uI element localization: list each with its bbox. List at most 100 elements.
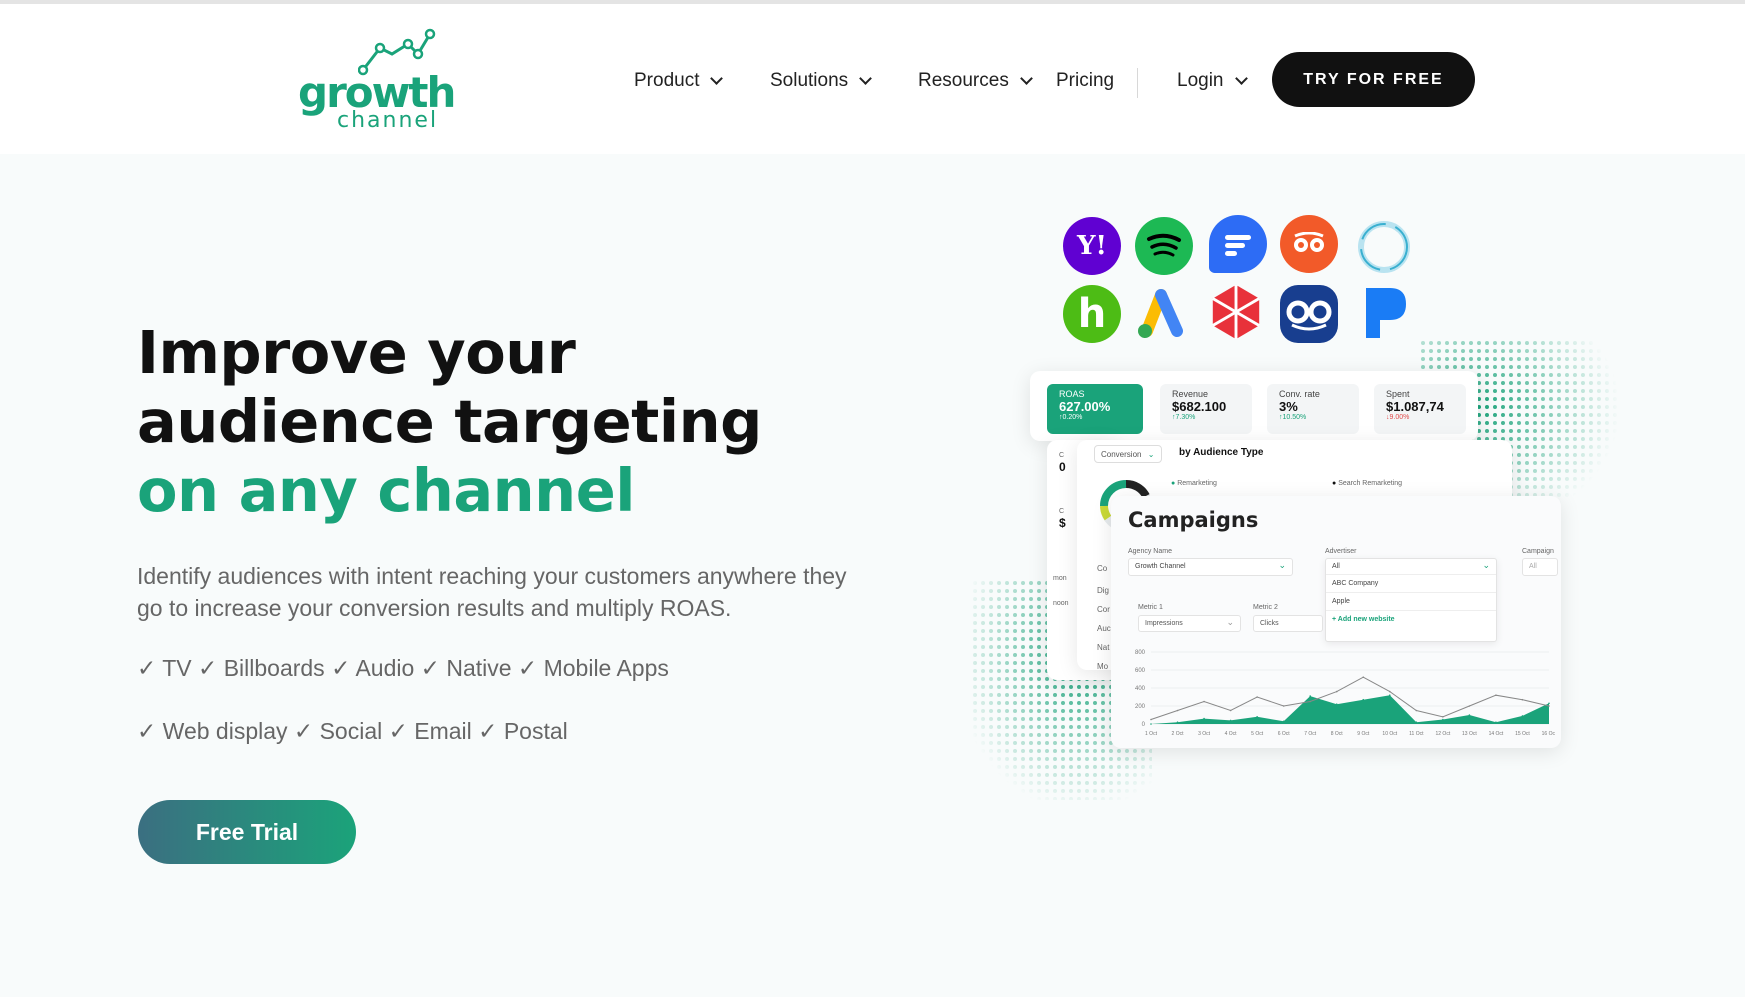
kpi-roas-label: ROAS — [1059, 389, 1085, 399]
area-point — [1548, 702, 1550, 705]
kpi-conv-value: 3% — [1279, 399, 1298, 414]
houzz-icon: h — [1063, 285, 1121, 343]
line-point — [1548, 705, 1550, 707]
x-tick-label: 2 Oct — [1172, 731, 1185, 737]
area-point — [1309, 695, 1311, 697]
line-point — [1362, 676, 1365, 678]
line-point — [1176, 709, 1179, 712]
agency-label: Agency Name — [1128, 548, 1172, 555]
ring-icon — [1355, 218, 1413, 276]
area-point — [1150, 723, 1152, 725]
campaign-label: Campaign — [1522, 548, 1554, 555]
kpi-spent-label: Spent — [1386, 389, 1410, 399]
channel-list-2: ✓ Web display ✓ Social ✓ Email ✓ Postal — [137, 718, 568, 744]
growth-channel-logo[interactable]: growth channel — [298, 28, 456, 138]
side-stat-value: 0 — [1059, 460, 1066, 474]
area-point — [1256, 716, 1258, 718]
nav-pricing-label: Pricing — [1056, 70, 1115, 91]
area-point — [1335, 703, 1338, 705]
advertiser-option[interactable]: ABC Company — [1326, 575, 1496, 593]
nav-login[interactable]: Login — [1177, 56, 1248, 106]
line-point — [1203, 700, 1205, 703]
y-tick-label: 400 — [1135, 686, 1146, 692]
side-item: Co — [1097, 564, 1108, 573]
area-point — [1203, 717, 1205, 720]
hero-title-line2: audience targeting — [137, 387, 762, 456]
kpi-conv-rate: Conv. rate 3% ↑10.50% — [1267, 384, 1359, 434]
line-point — [1415, 709, 1418, 712]
conversion-dropdown-value: Conversion — [1101, 450, 1142, 459]
agency-select[interactable]: Growth Channel ⌄ — [1128, 558, 1293, 576]
sendible-icon — [1209, 215, 1267, 273]
nav-login-label: Login — [1177, 70, 1224, 91]
add-website-link[interactable]: + Add new website — [1326, 611, 1496, 628]
legend-search-remarketing: ● Search Remarketing — [1332, 480, 1402, 487]
try-for-free-button[interactable]: TRY FOR FREE — [1272, 52, 1475, 107]
metric1-value: Impressions — [1145, 620, 1183, 627]
campaigns-chart: 0 200 400 600 800 1 Oct 2 Oct 3 Oct 4 Oct 5 Oct 6 … — [1135, 650, 1555, 737]
campaigns-card: Campaigns Agency Name Growth Channel ⌄ A… — [1111, 496, 1561, 748]
nav-pricing[interactable]: Pricing — [1056, 56, 1114, 106]
side-stat-value-2: $ — [1059, 516, 1066, 530]
metric2-select[interactable]: Clicks — [1253, 615, 1323, 632]
kpi-card: ROAS 627.00% ↑0.20% Revenue $682.100 ↑7.… — [1030, 371, 1478, 441]
channel-list-1: ✓ TV ✓ Billboards ✓ Audio ✓ Native ✓ Mob… — [137, 655, 669, 681]
kpi-conv-delta: ↑10.50% — [1279, 414, 1307, 421]
y-tick-label: 0 — [1142, 722, 1146, 728]
hero-description: Identify audiences with intent reaching … — [137, 563, 847, 621]
kpi-revenue: Revenue $682.100 ↑7.30% — [1160, 384, 1252, 434]
side-item: Nat — [1097, 643, 1110, 652]
legend-search-label: Search Remarketing — [1338, 480, 1402, 487]
audience-title: by Audience Type — [1179, 447, 1264, 458]
advertiser-selected: All ⌄ — [1326, 559, 1496, 575]
oo-icon — [1280, 285, 1338, 343]
agency-select-value: Growth Channel — [1135, 563, 1186, 570]
side-item: Mo — [1097, 662, 1109, 671]
metric1-label: Metric 1 — [1138, 604, 1163, 611]
spotify-icon — [1135, 217, 1193, 275]
nav-product-label: Product — [634, 70, 700, 91]
metric1-select[interactable]: Impressions ⌄ — [1138, 615, 1241, 632]
x-tick-label: 11 Oct — [1409, 731, 1424, 737]
free-trial-button[interactable]: Free Trial — [138, 800, 356, 864]
campaign-select[interactable]: All — [1522, 558, 1558, 576]
nav-resources[interactable]: Resources — [918, 56, 1033, 106]
line-point — [1335, 690, 1338, 693]
pandora-icon — [1357, 284, 1415, 342]
x-tick-label: 4 Oct — [1225, 731, 1238, 737]
line-point — [1442, 716, 1444, 718]
kpi-roas-delta: ↑0.20% — [1059, 414, 1083, 421]
yahoo-icon: Y! — [1063, 217, 1121, 275]
nav-solutions[interactable]: Solutions — [770, 56, 873, 106]
chevron-down-icon — [710, 72, 724, 85]
side-stat-small: mon — [1053, 575, 1067, 582]
chevron-down-icon: ⌄ — [1278, 560, 1286, 570]
logo-word-channel: channel — [337, 108, 439, 133]
advertiser-dropdown[interactable]: All ⌄ ABC Company Apple + Add new websit… — [1325, 558, 1497, 642]
side-item: Dig — [1097, 586, 1110, 595]
kpi-revenue-label: Revenue — [1172, 389, 1209, 399]
x-tick-label: 1 Oct — [1145, 731, 1158, 737]
advertiser-option[interactable]: Apple — [1326, 593, 1496, 611]
kpi-spent-delta: ↓9.00% — [1386, 414, 1410, 421]
area-point — [1229, 719, 1232, 722]
nav-solutions-label: Solutions — [770, 70, 849, 91]
kpi-revenue-value: $682.100 — [1172, 399, 1227, 414]
kpi-revenue-delta: ↑7.30% — [1172, 414, 1196, 421]
line-point — [1389, 690, 1391, 693]
site-header: growth channel Product Solutions Resourc… — [0, 4, 1745, 154]
line-point — [1229, 709, 1232, 712]
hero-title: Improve your audience targeting on any c… — [137, 318, 837, 525]
x-tick-label: 9 Oct — [1357, 731, 1370, 737]
red-star-icon — [1207, 283, 1265, 341]
google-ads-icon — [1133, 283, 1191, 341]
x-tick-label: 8 Oct — [1331, 731, 1344, 737]
chevron-down-icon — [859, 72, 873, 85]
area-point — [1442, 718, 1444, 721]
conversion-dropdown[interactable]: Conversion ⌄ — [1094, 445, 1162, 463]
x-tick-label: 3 Oct — [1198, 731, 1211, 737]
chevron-down-icon: ⌄ — [1482, 560, 1490, 570]
advertiser-label: Advertiser — [1325, 548, 1357, 555]
nav-product[interactable]: Product — [634, 56, 724, 106]
side-item: Auc — [1097, 624, 1111, 633]
